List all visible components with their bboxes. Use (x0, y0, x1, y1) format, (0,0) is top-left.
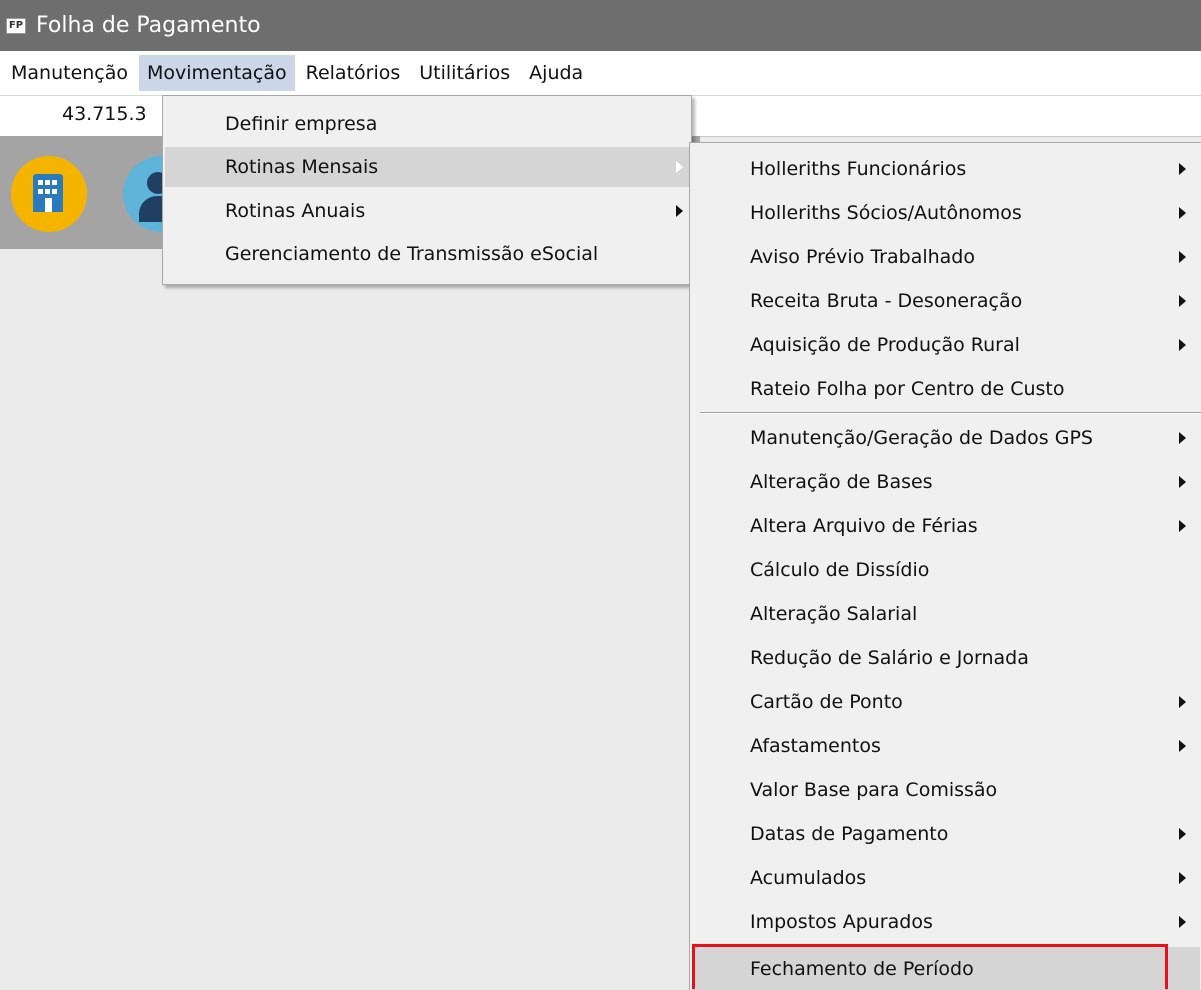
menu-item-label: Impostos Apurados (750, 911, 933, 933)
submenu-arrow-icon (1179, 828, 1186, 840)
submenu-arrow-icon (1179, 872, 1186, 884)
menu-item-label: Valor Base para Comissão (750, 779, 998, 801)
menu-item-holleriths-funcionarios[interactable]: Holleriths Funcionários (692, 149, 1200, 189)
submenu-arrow-icon (1179, 476, 1186, 488)
menu-item-label: Gerenciamento de Transmissão eSocial (225, 243, 599, 265)
submenu-arrow-icon (1179, 432, 1186, 444)
submenu-arrow-icon (1179, 696, 1186, 708)
menu-item-label: Rateio Folha por Centro de Custo (750, 378, 1065, 400)
submenu-arrow-icon (1179, 207, 1186, 219)
menu-item-receita-bruta[interactable]: Receita Bruta - Desoneração (692, 281, 1200, 321)
menu-item-label: Manutenção/Geração de Dados GPS (750, 427, 1093, 449)
menu-item-rateio-folha[interactable]: Rateio Folha por Centro de Custo (692, 369, 1200, 409)
menu-item-rotinas-mensais[interactable]: Rotinas Mensais (165, 147, 689, 187)
menu-item-manutencao-gps[interactable]: Manutenção/Geração de Dados GPS (692, 418, 1200, 458)
menu-item-aviso-previo[interactable]: Aviso Prévio Trabalhado (692, 237, 1200, 277)
submenu-arrow-icon (1179, 520, 1186, 532)
window-title: Folha de Pagamento (36, 13, 261, 38)
menu-item-valor-base-comissao[interactable]: Valor Base para Comissão (692, 770, 1200, 810)
menu-item-label: Holleriths Funcionários (750, 158, 967, 180)
menu-item-fechamento-periodo[interactable]: Fechamento de Período (692, 947, 1200, 990)
submenu-arrow-icon (676, 161, 683, 173)
menu-item-label: Cálculo de Dissídio (750, 559, 930, 581)
menu-item-label: Holleriths Sócios/Autônomos (750, 202, 1022, 224)
menu-item-aquisicao-producao-rural[interactable]: Aquisição de Produção Rural (692, 325, 1200, 365)
menu-item-holleriths-socios[interactable]: Holleriths Sócios/Autônomos (692, 193, 1200, 233)
menu-bar: Manutenção Movimentação Relatórios Utili… (0, 51, 1201, 95)
menu-item-rotinas-anuais[interactable]: Rotinas Anuais (165, 191, 689, 231)
menu-manutencao[interactable]: Manutenção (3, 55, 136, 91)
menu-item-definir-empresa[interactable]: Definir empresa (165, 102, 689, 146)
menu-item-altera-ferias[interactable]: Altera Arquivo de Férias (692, 506, 1200, 546)
menu-item-label: Aviso Prévio Trabalhado (750, 246, 975, 268)
menu-item-label: Definir empresa (225, 113, 378, 135)
menu-item-impostos-apurados[interactable]: Impostos Apurados (692, 902, 1200, 942)
title-bar: FP Folha de Pagamento (0, 0, 1201, 51)
submenu-arrow-icon (1179, 740, 1186, 752)
menu-item-calculo-dissidio[interactable]: Cálculo de Dissídio (692, 550, 1200, 590)
menu-item-label: Alteração de Bases (750, 471, 933, 493)
menu-item-label: Rotinas Mensais (225, 156, 379, 178)
menu-item-label: Alteração Salarial (750, 603, 918, 625)
rotinas-mensais-submenu: Holleriths Funcionários Holleriths Sócio… (689, 142, 1201, 990)
menu-item-label: Receita Bruta - Desoneração (750, 290, 1023, 312)
menu-item-afastamentos[interactable]: Afastamentos (692, 726, 1200, 766)
menu-item-alteracao-bases[interactable]: Alteração de Bases (692, 462, 1200, 502)
menu-separator (700, 412, 1201, 414)
submenu-arrow-icon (1179, 339, 1186, 351)
company-code: 43.715.3 (62, 103, 147, 125)
menu-utilitarios[interactable]: Utilitários (411, 55, 518, 91)
menu-ajuda[interactable]: Ajuda (521, 55, 591, 91)
menu-item-label: Redução de Salário e Jornada (750, 647, 1029, 669)
building-icon[interactable] (11, 156, 87, 232)
app-icon: FP (6, 17, 26, 34)
submenu-arrow-icon (1179, 251, 1186, 263)
menu-item-label: Afastamentos (750, 735, 881, 757)
submenu-arrow-icon (1179, 163, 1186, 175)
menu-item-cartao-ponto[interactable]: Cartão de Ponto (692, 682, 1200, 722)
menu-movimentacao[interactable]: Movimentação (139, 55, 295, 91)
menu-item-alteracao-salarial[interactable]: Alteração Salarial (692, 594, 1200, 634)
menu-item-label: Aquisição de Produção Rural (750, 334, 1020, 356)
movimentacao-dropdown: Definir empresa Rotinas Mensais Rotinas … (162, 95, 692, 285)
menu-item-label: Acumulados (750, 867, 867, 889)
menu-item-label: Altera Arquivo de Férias (750, 515, 978, 537)
menu-item-label: Fechamento de Período (750, 957, 974, 980)
menu-item-gerenciamento-esocial[interactable]: Gerenciamento de Transmissão eSocial (165, 234, 689, 274)
menu-item-label: Datas de Pagamento (750, 823, 949, 845)
submenu-arrow-icon (1179, 295, 1186, 307)
submenu-arrow-icon (1179, 916, 1186, 928)
menu-item-label: Rotinas Anuais (225, 200, 366, 222)
menu-relatorios[interactable]: Relatórios (298, 55, 409, 91)
menu-item-datas-pagamento[interactable]: Datas de Pagamento (692, 814, 1200, 854)
menu-item-acumulados[interactable]: Acumulados (692, 858, 1200, 898)
menu-item-reducao-salario[interactable]: Redução de Salário e Jornada (692, 638, 1200, 678)
submenu-arrow-icon (676, 205, 683, 217)
menu-item-label: Cartão de Ponto (750, 691, 903, 713)
